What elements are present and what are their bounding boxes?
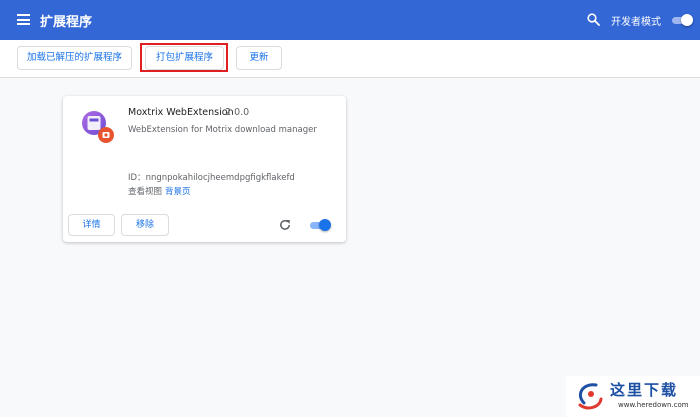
page-title: 扩展程序 [40, 15, 93, 30]
highlight-box [140, 43, 228, 72]
toggle-knob [319, 219, 331, 231]
extension-id: ID：nngnpokahilocjheemdpgfigkflakefd [128, 171, 295, 183]
motrix-extension-icon [82, 111, 114, 143]
extension-description: WebExtension for Motrix download manager [128, 125, 317, 135]
load-unpacked-button[interactable]: 加载已解压的扩展程序 [17, 46, 132, 70]
watermark-logo-icon [578, 383, 603, 410]
watermark-title: 这里下载 [610, 381, 679, 399]
watermark-url: www.heredown.com [618, 401, 689, 409]
app-header: 扩展程序 开发者模式 [0, 0, 700, 40]
extension-id-label: ID： [128, 173, 146, 183]
remove-button[interactable]: 移除 [121, 214, 169, 236]
card-divider [63, 209, 346, 210]
search-icon[interactable] [587, 13, 600, 26]
inspect-views-label: 查看视图 [128, 187, 163, 197]
developer-mode-toggle[interactable] [670, 14, 693, 26]
watermark: 这里下载 www.heredown.com [566, 376, 700, 417]
developer-mode-label: 开发者模式 [611, 17, 661, 28]
menu-icon[interactable] [17, 14, 30, 25]
background-page-link[interactable]: 背景页 [165, 187, 191, 197]
details-button[interactable]: 详情 [68, 214, 115, 236]
reload-icon[interactable] [278, 218, 292, 232]
inspect-views-row: 查看视图 背景页 [128, 185, 191, 197]
toggle-knob [681, 14, 693, 26]
extension-enable-toggle[interactable] [308, 219, 332, 232]
extensions-toolbar: 加载已解压的扩展程序 打包扩展程序 更新 [0, 40, 700, 78]
extension-name: Moxtrix WebExtension [128, 107, 234, 118]
extension-card: Moxtrix WebExtension 2.0.0 WebExtension … [63, 96, 346, 242]
update-button[interactable]: 更新 [236, 46, 282, 70]
extension-id-value: nngnpokahilocjheemdpgfigkflakefd [145, 173, 295, 183]
extension-version: 2.0.0 [225, 107, 250, 118]
